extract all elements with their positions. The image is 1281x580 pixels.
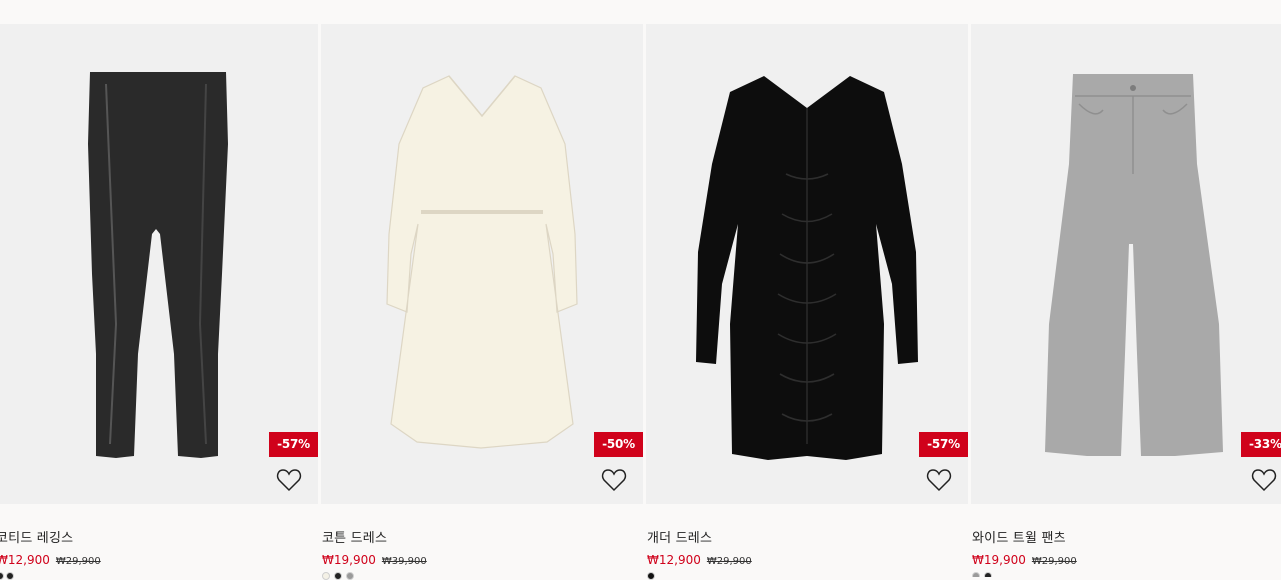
color-swatch[interactable] — [647, 572, 655, 580]
discount-badge: -57% — [919, 432, 968, 457]
product-title[interactable]: 개더 드레스 — [647, 527, 712, 546]
color-swatch[interactable] — [984, 572, 992, 577]
color-swatch[interactable] — [0, 572, 4, 580]
color-swatch[interactable] — [346, 572, 354, 580]
heart-outline-icon — [601, 469, 627, 492]
discount-badge: -33% — [1241, 432, 1281, 457]
sale-price: ₩19,900 — [322, 553, 376, 567]
product-card[interactable]: -57% 코티드 레깅스 ₩12,900 ₩29,900 — [0, 0, 318, 580]
product-grid: -57% 코티드 레깅스 ₩12,900 ₩29,900 -50% 코튼 드레스… — [0, 0, 1281, 580]
original-price: ₩29,900 — [706, 556, 752, 567]
product-prices: ₩12,900 ₩29,900 — [0, 549, 101, 568]
product-title[interactable]: 코튼 드레스 — [322, 527, 387, 546]
favorite-button[interactable] — [1250, 466, 1278, 494]
sale-price: ₩12,900 — [0, 553, 50, 567]
product-card[interactable]: -57% 개더 드레스 ₩12,900 ₩29,900 — [646, 0, 968, 580]
heart-outline-icon — [926, 469, 952, 492]
heart-outline-icon — [276, 469, 302, 492]
product-prices: ₩19,900 ₩29,900 — [972, 549, 1077, 568]
original-price: ₩29,900 — [1031, 556, 1077, 567]
product-prices: ₩19,900 ₩39,900 — [322, 549, 427, 568]
discount-badge: -57% — [269, 432, 318, 457]
product-image[interactable] — [971, 24, 1281, 504]
original-price: ₩29,900 — [55, 556, 101, 567]
color-swatch[interactable] — [322, 572, 330, 580]
twill-pants-image — [1045, 74, 1223, 456]
favorite-button[interactable] — [275, 466, 303, 494]
color-swatch[interactable] — [6, 572, 14, 580]
favorite-button[interactable] — [925, 466, 953, 494]
product-card[interactable]: -50% 코튼 드레스 ₩19,900 ₩39,900 — [321, 0, 643, 580]
discount-badge: -50% — [594, 432, 643, 457]
product-card[interactable]: -33% 와이드 트윌 팬츠 ₩19,900 ₩29,900 — [971, 0, 1281, 577]
product-title[interactable]: 코티드 레깅스 — [0, 527, 73, 546]
favorite-button[interactable] — [600, 466, 628, 494]
product-prices: ₩12,900 ₩29,900 — [647, 549, 752, 568]
sale-price: ₩12,900 — [647, 553, 701, 567]
heart-outline-icon — [1251, 469, 1277, 492]
product-title[interactable]: 와이드 트윌 팬츠 — [972, 527, 1066, 546]
color-swatch[interactable] — [334, 572, 342, 580]
sale-price: ₩19,900 — [972, 553, 1026, 567]
color-swatch[interactable] — [972, 572, 980, 577]
original-price: ₩39,900 — [381, 556, 427, 567]
